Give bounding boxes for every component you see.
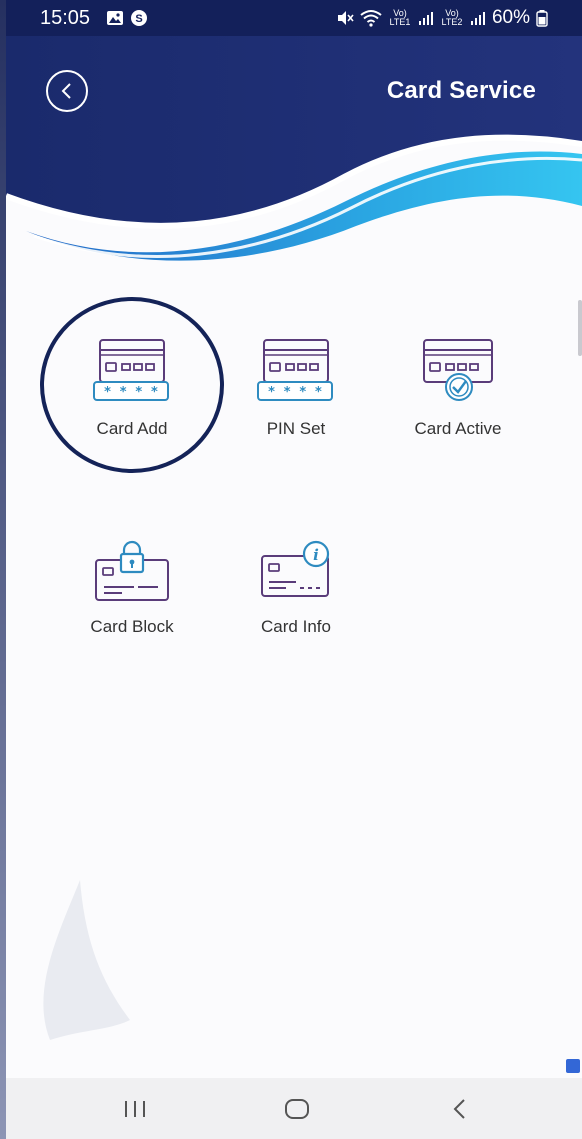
wifi-icon [360, 10, 382, 27]
header: Card Service [6, 36, 582, 266]
header-wave-background [6, 36, 582, 261]
service-label: Card Info [261, 617, 331, 636]
back-nav-icon[interactable] [450, 1098, 470, 1120]
service-card-info[interactable]: i Card Info [216, 540, 376, 637]
service-label: PIN Set [266, 419, 326, 438]
pin-set-icon: * * * * [257, 339, 333, 401]
page-title: Card Service [386, 77, 536, 104]
svg-text:S: S [135, 13, 142, 25]
back-button[interactable] [46, 70, 88, 112]
signal-icon [418, 12, 433, 25]
sail-watermark-icon [43, 880, 130, 1040]
gallery-icon [107, 11, 123, 25]
status-bar: 15:05 S Vo) LTE1 Vo) LTE2 60% [6, 0, 582, 36]
system-nav-bar [6, 1078, 582, 1139]
card-add-icon: * * * * [93, 339, 169, 401]
service-card-block[interactable]: Card Block [52, 540, 212, 637]
lte2-label: Vo) LTE2 [441, 8, 463, 27]
status-time: 15:05 [40, 7, 91, 29]
battery-percent: 60% [491, 7, 530, 28]
svg-text:i: i [313, 546, 319, 564]
lte1-label: Vo) LTE1 [389, 8, 411, 27]
service-label: Card Add [96, 419, 168, 438]
service-label: Card Active [414, 419, 502, 438]
recent-apps-icon[interactable] [122, 1098, 148, 1120]
service-label: Card Block [90, 617, 174, 636]
card-active-icon [423, 339, 493, 401]
scroll-handle[interactable] [578, 300, 582, 356]
card-block-icon [95, 540, 169, 601]
mute-icon [337, 11, 354, 25]
service-card-active[interactable]: Card Active [378, 336, 538, 439]
chevron-left-icon [61, 83, 71, 99]
home-icon[interactable] [284, 1098, 310, 1120]
card-info-icon: i [261, 540, 330, 597]
svg-text:* * * *: * * * * [104, 385, 159, 400]
signal-icon [470, 12, 485, 25]
service-pin-set[interactable]: * * * * PIN Set [216, 336, 376, 439]
floating-badge-icon[interactable] [566, 1059, 580, 1073]
service-card-add[interactable]: * * * * Card Add [52, 336, 212, 439]
svg-text:* * * *: * * * * [268, 385, 323, 400]
skype-icon: S [131, 10, 147, 26]
battery-icon [536, 10, 548, 27]
